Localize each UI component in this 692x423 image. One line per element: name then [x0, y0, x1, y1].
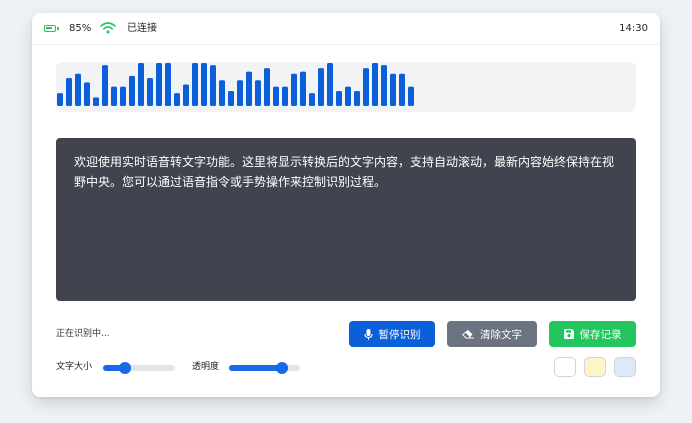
waveform-bar	[210, 65, 216, 106]
waveform-bar	[354, 90, 360, 106]
color-swatch-yellow[interactable]	[584, 357, 606, 377]
waveform-bar	[165, 63, 171, 106]
battery-icon	[44, 25, 59, 32]
waveform-bar	[327, 63, 333, 106]
waveform-bar	[363, 68, 369, 106]
app-window: 85% 已连接 14:30 欢迎使用实时语音转文字功能。这里将显示转换后的文字内…	[32, 13, 660, 397]
eraser-icon	[462, 329, 474, 339]
save-icon	[563, 329, 574, 339]
waveform-bar	[192, 63, 198, 106]
waveform-bar	[228, 90, 234, 106]
clock: 14:30	[619, 23, 648, 34]
opacity-slider[interactable]	[229, 362, 300, 374]
waveform-bar	[201, 63, 207, 106]
pause-recognition-button[interactable]: 暂停识别	[349, 321, 435, 347]
waveform-bar	[345, 86, 351, 106]
color-swatch-blue[interactable]	[614, 357, 636, 377]
waveform-bars	[57, 63, 414, 106]
waveform-bar	[93, 97, 99, 106]
opacity-label: 透明度	[192, 362, 220, 372]
waveform-bar	[291, 73, 297, 106]
waveform-bar	[399, 73, 405, 106]
waveform-bar	[75, 73, 81, 106]
waveform-bar	[300, 71, 306, 106]
waveform-bar	[273, 86, 279, 106]
battery-level: 85%	[69, 23, 92, 34]
opacity-slider-fill	[229, 365, 283, 371]
waveform-bar	[66, 78, 72, 106]
waveform-bar	[309, 93, 315, 106]
waveform-bar	[120, 86, 126, 106]
waveform-bar	[129, 75, 135, 106]
opacity-slider-thumb[interactable]	[276, 362, 289, 374]
waveform-bar	[372, 63, 378, 106]
waveform-bar	[381, 65, 387, 106]
font-size-slider[interactable]	[103, 362, 175, 374]
microphone-icon	[363, 328, 373, 340]
waveform-bar	[57, 93, 63, 106]
waveform-bar	[237, 80, 243, 106]
waveform-bar	[183, 84, 189, 106]
audio-waveform	[56, 62, 636, 112]
waveform-bar	[255, 80, 261, 106]
font-size-slider-thumb[interactable]	[118, 362, 131, 374]
waveform-bar	[147, 78, 153, 106]
waveform-bar	[156, 63, 162, 106]
waveform-bar	[282, 86, 288, 106]
waveform-bar	[219, 80, 225, 106]
save-record-button[interactable]: 保存记录	[549, 321, 636, 347]
clear-text-label: 清除文字	[480, 328, 522, 341]
connection-status: 已连接	[127, 23, 157, 34]
transcript-text: 欢迎使用实时语音转文字功能。这里将显示转换后的文字内容，支持自动滚动，最新内容始…	[74, 155, 615, 189]
save-record-label: 保存记录	[579, 328, 622, 341]
waveform-bar	[174, 93, 180, 106]
waveform-bar	[264, 68, 270, 106]
waveform-bar	[390, 73, 396, 106]
wifi-icon	[100, 22, 116, 34]
font-size-label: 文字大小	[56, 362, 93, 372]
waveform-bar	[246, 71, 252, 106]
transcript-display[interactable]: 欢迎使用实时语音转文字功能。这里将显示转换后的文字内容，支持自动滚动，最新内容始…	[56, 138, 636, 301]
waveform-bar	[408, 86, 414, 106]
pause-recognition-label: 暂停识别	[378, 328, 421, 341]
waveform-bar	[102, 65, 108, 106]
status-bar: 85% 已连接 14:30	[32, 13, 660, 45]
recognition-status: 正在识别中...	[56, 329, 110, 339]
waveform-bar	[111, 86, 117, 106]
waveform-bar	[336, 90, 342, 106]
waveform-bar	[138, 63, 144, 106]
waveform-bar	[318, 68, 324, 106]
color-swatch-white[interactable]	[554, 357, 576, 377]
clear-text-button[interactable]: 清除文字	[447, 321, 537, 347]
waveform-bar	[84, 82, 90, 106]
